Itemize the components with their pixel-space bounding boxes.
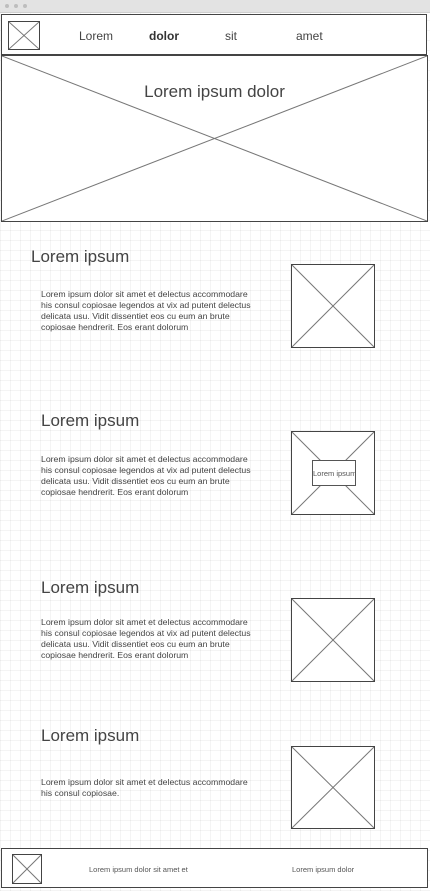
window-titlebar — [0, 0, 430, 13]
image-placeholder-icon: Lorem ipsum — [291, 431, 375, 515]
footer: Lorem ipsum dolor sit amet et Lorem ipsu… — [1, 848, 428, 888]
hero-title: Lorem ipsum dolor — [144, 82, 285, 101]
footer-left-text: Lorem ipsum dolor sit amet et — [89, 865, 188, 874]
nav-link-dolor[interactable]: dolor — [149, 29, 179, 43]
window-dot-icon — [14, 4, 18, 8]
footer-logo-placeholder-icon — [12, 854, 42, 884]
section-body-text: Lorem ipsum dolor sit amet et delectus a… — [41, 777, 248, 798]
top-navbar: Lorem dolor sit amet — [1, 14, 427, 55]
nav-link-lorem[interactable]: Lorem — [79, 29, 113, 43]
image-placeholder-icon — [291, 746, 375, 829]
image-caption-label: Lorem ipsum — [312, 460, 356, 486]
section-title: Lorem ipsum — [41, 578, 140, 597]
placeholder-cross-icon — [2, 56, 427, 221]
hero-image-placeholder: Lorem ipsum dolor — [1, 55, 428, 222]
image-placeholder-icon — [291, 264, 375, 348]
nav-link-amet[interactable]: amet — [296, 29, 323, 43]
logo-image-placeholder-icon[interactable] — [8, 21, 40, 50]
window-dot-icon — [23, 4, 27, 8]
footer-right-text: Lorem ipsum dolor — [292, 865, 355, 874]
section-title: Lorem ipsum — [41, 411, 140, 430]
section-title: Lorem ipsum — [41, 726, 140, 745]
image-placeholder-icon — [291, 598, 375, 682]
nav-link-sit[interactable]: sit — [225, 29, 237, 43]
section-title: Lorem ipsum — [31, 247, 130, 266]
section-body-text: Lorem ipsum dolor sit amet et delectus a… — [41, 454, 251, 497]
window-dot-icon — [5, 4, 9, 8]
section-body-text: Lorem ipsum dolor sit amet et delectus a… — [41, 617, 251, 660]
wireframe-canvas: Lorem dolor sit amet Lorem ipsum dolor L… — [0, 0, 430, 891]
section-body-text: Lorem ipsum dolor sit amet et delectus a… — [41, 289, 251, 332]
